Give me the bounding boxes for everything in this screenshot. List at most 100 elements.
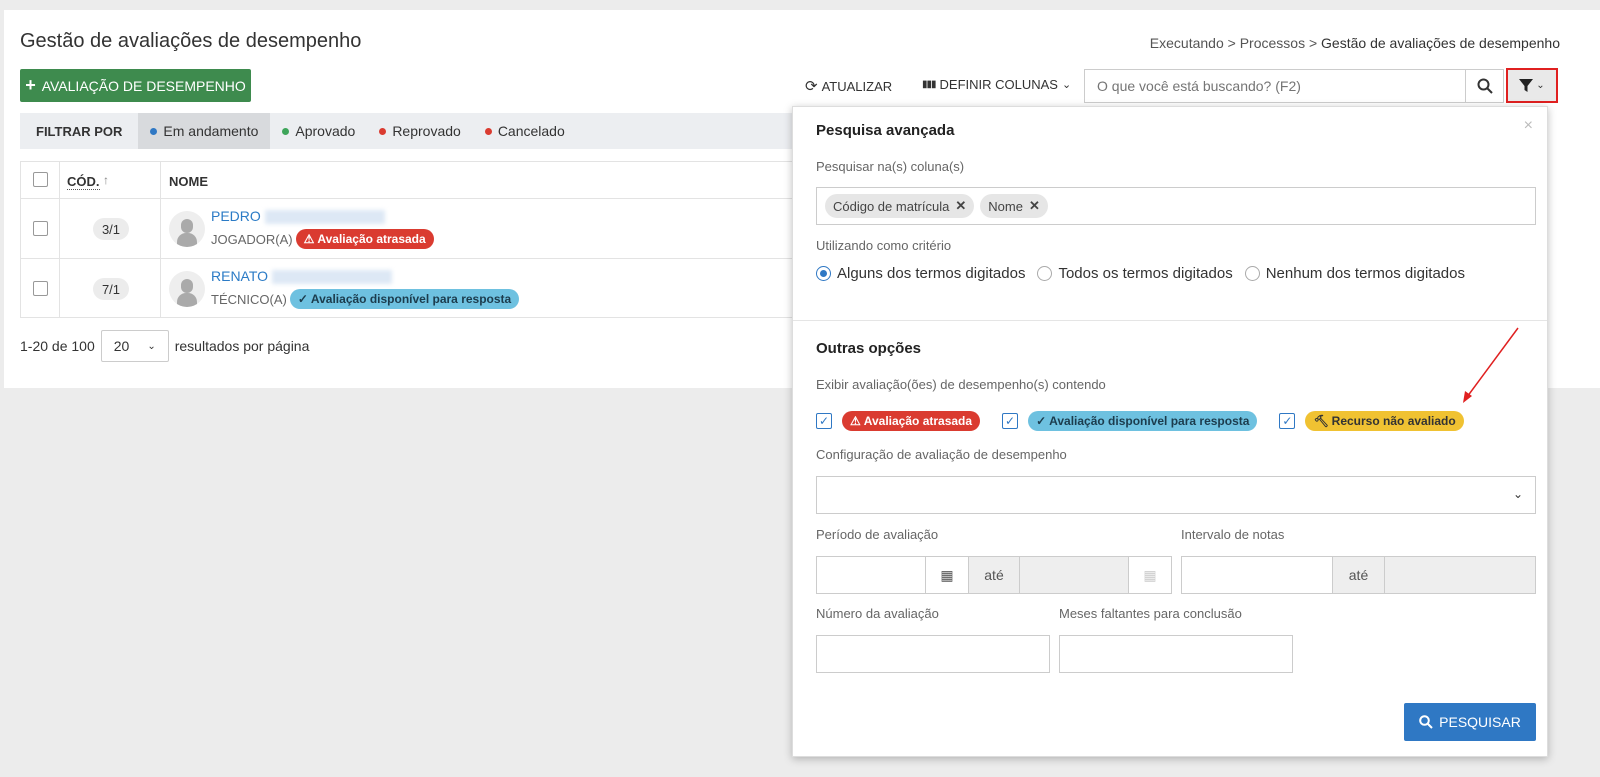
header-name[interactable]: NOME xyxy=(169,174,208,189)
refresh-icon: ⟳ xyxy=(805,78,818,95)
config-label: Configuração de avaliação de desempenho xyxy=(816,447,1067,462)
warning-icon: ⚠ xyxy=(303,232,315,246)
filter-label: FILTRAR POR xyxy=(36,123,123,139)
avatar xyxy=(169,271,205,307)
add-evaluation-label: AVALIAÇÃO DE DESEMPENHO xyxy=(41,77,246,94)
header-code[interactable]: CÓD. xyxy=(67,174,100,190)
grades-until-label: até xyxy=(1332,556,1385,594)
breadcrumb-current: Gestão de avaliações de desempenho xyxy=(1321,35,1560,51)
breadcrumb-processos[interactable]: Processos xyxy=(1240,35,1305,51)
advanced-filter-button[interactable]: ⌄ xyxy=(1506,68,1558,103)
criteria-label: Utilizando como critério xyxy=(816,238,952,253)
person-name-link[interactable]: PEDRO xyxy=(211,208,385,225)
per-page-select[interactable]: 20 ⌄ xyxy=(100,330,169,362)
remove-icon[interactable]: ✕ xyxy=(955,198,966,214)
status-badge: ✓ Avaliação disponível para resposta xyxy=(1028,411,1258,431)
row-checkbox[interactable] xyxy=(33,221,48,236)
columns-label: Pesquisar na(s) coluna(s) xyxy=(816,159,965,174)
row-checkbox[interactable] xyxy=(33,281,48,296)
pagination-range: 1-20 de 100 xyxy=(20,338,95,354)
filter-aprovado[interactable]: Aprovado xyxy=(270,113,367,149)
filter-reprovado[interactable]: Reprovado xyxy=(367,113,473,149)
avatar xyxy=(169,211,205,247)
calendar-icon: ▦ xyxy=(1128,556,1172,594)
row-code: 7/1 xyxy=(93,278,129,300)
grades-max-input xyxy=(1384,556,1536,594)
gavel-icon: 🔨︎ xyxy=(1313,414,1329,428)
period-end-input xyxy=(1019,556,1129,594)
pagination: 1-20 de 100 20 ⌄ resultados por página xyxy=(20,330,309,362)
row-code: 3/1 xyxy=(93,218,129,240)
radio-no-terms[interactable]: Nenhum dos termos digitados xyxy=(1244,265,1465,282)
show-label: Exibir avaliação(ões) de desempenho(s) c… xyxy=(816,377,1106,392)
check-icon: ✓ xyxy=(297,292,308,306)
status-badge: ⚠ Avaliação atrasada xyxy=(295,229,434,249)
status-dot-icon xyxy=(484,127,492,135)
filter-bar: FILTRAR POR Em andamento Aprovado Reprov… xyxy=(20,113,800,149)
search-icon xyxy=(1419,715,1433,729)
row-role: JOGADOR(A) ⚠ Avaliação atrasada xyxy=(211,229,434,249)
radio-some-terms[interactable]: Alguns dos termos digitados xyxy=(816,265,1025,282)
define-columns-button[interactable]: ▮▮▮ DEFINIR COLUNAS ⌄ xyxy=(922,77,1071,92)
filter-item-label: Em andamento xyxy=(163,123,259,139)
period-start-input[interactable] xyxy=(816,556,926,594)
columns-tag-input[interactable]: Código de matrícula ✕ Nome ✕ xyxy=(816,187,1536,225)
chevron-down-icon: ⌄ xyxy=(1536,80,1545,91)
months-label: Meses faltantes para conclusão xyxy=(1059,606,1242,621)
radio-all-terms[interactable]: Todos os termos digitados xyxy=(1037,265,1233,282)
add-evaluation-button[interactable]: + AVALIAÇÃO DE DESEMPENHO xyxy=(20,69,251,102)
criteria-radio-group: Alguns dos termos digitados Todos os ter… xyxy=(816,265,1465,282)
search-button[interactable] xyxy=(1465,70,1503,102)
search-input[interactable] xyxy=(1085,70,1465,102)
status-badge: 🔨︎ Recurso não avaliado xyxy=(1305,411,1464,431)
remove-icon[interactable]: ✕ xyxy=(1029,198,1040,214)
advanced-search-title: Pesquisa avançada xyxy=(816,122,955,139)
advanced-search-panel: Pesquisa avançada × Pesquisar na(s) colu… xyxy=(792,106,1548,757)
filter-item-label: Aprovado xyxy=(295,123,356,139)
columns-icon: ▮▮▮ xyxy=(922,79,936,90)
status-dot-icon xyxy=(379,127,387,135)
chevron-down-icon: ⌄ xyxy=(1061,79,1072,91)
show-options: ✓ ⚠ Avaliação atrasada ✓ ✓ Avaliação disponí… xyxy=(816,411,1476,431)
filter-icon xyxy=(1519,79,1534,92)
search-submit-button[interactable]: PESQUISAR xyxy=(1404,703,1536,741)
select-all-checkbox[interactable] xyxy=(33,172,48,187)
filter-item-label: Cancelado xyxy=(497,123,565,139)
table-header: CÓD. ↑ NOME xyxy=(21,162,800,199)
search-icon xyxy=(1477,78,1493,94)
check-icon: ✓ xyxy=(1036,414,1047,428)
status-badge: ⚠ Avaliação atrasada xyxy=(842,411,981,431)
checkbox-appeal[interactable]: ✓ xyxy=(1279,413,1296,429)
refresh-button[interactable]: ⟳ ATUALIZAR xyxy=(805,77,892,95)
table-row[interactable]: 3/1 PEDRO JOGADOR(A) ⚠ Avaliação atrasada xyxy=(21,199,800,259)
breadcrumb: Executando > Processos > Gestão de avali… xyxy=(1149,35,1560,51)
filter-em-andamento[interactable]: Em andamento xyxy=(138,113,271,149)
number-label: Número da avaliação xyxy=(816,606,939,621)
status-dot-icon xyxy=(282,127,290,135)
column-tag: Nome ✕ xyxy=(980,194,1048,218)
grades-min-input[interactable] xyxy=(1181,556,1333,594)
calendar-icon[interactable]: ▦ xyxy=(925,556,969,594)
evaluations-table: CÓD. ↑ NOME 3/1 PEDRO JOGADOR(A) ⚠ Avaliaç… xyxy=(20,161,800,318)
status-badge: ✓ Avaliação disponível para resposta xyxy=(289,289,520,309)
table-row[interactable]: 7/1 RENATO TÉCNICO(A) ✓ Avaliação disponív… xyxy=(21,259,800,319)
column-tag: Código de matrícula ✕ xyxy=(825,194,975,218)
grades-label: Intervalo de notas xyxy=(1181,527,1285,542)
period-label: Período de avaliação xyxy=(816,527,939,542)
months-input[interactable] xyxy=(1059,635,1293,673)
person-name-link[interactable]: RENATO xyxy=(211,268,393,285)
number-input[interactable] xyxy=(816,635,1050,673)
config-select[interactable]: ⌄ xyxy=(816,476,1536,514)
checkbox-late[interactable]: ✓ xyxy=(816,413,832,429)
filter-cancelado[interactable]: Cancelado xyxy=(473,113,577,149)
warning-icon: ⚠ xyxy=(850,414,861,428)
period-until-label: até xyxy=(968,556,1020,594)
close-icon[interactable]: × xyxy=(1524,117,1533,135)
sort-up-icon: ↑ xyxy=(103,173,109,187)
breadcrumb-executando[interactable]: Executando xyxy=(1150,35,1224,51)
row-role: TÉCNICO(A) ✓ Avaliação disponível para res… xyxy=(211,289,520,309)
chevron-down-icon: ⌄ xyxy=(147,340,156,352)
checkbox-available[interactable]: ✓ xyxy=(1002,413,1019,429)
divider xyxy=(793,320,1547,321)
other-options-title: Outras opções xyxy=(816,340,922,357)
